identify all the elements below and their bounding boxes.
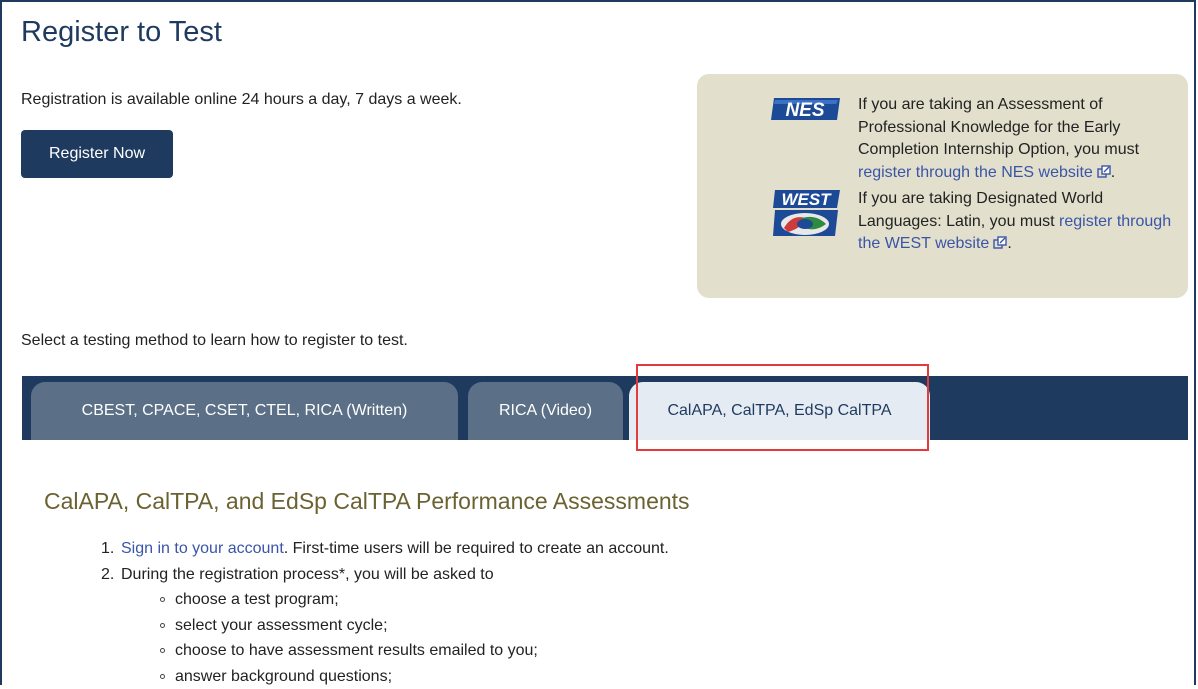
list-item: choose to have assessment results emaile… [0,638,669,664]
step-number: 2. [101,562,114,588]
nes-info-text-body: If you are taking an Assessment of Profe… [858,96,1139,158]
active-tab-highlight-box [636,364,929,451]
list-item: 2. During the registration process*, you… [0,562,669,689]
step-number: 1. [101,536,114,562]
svg-text:NES: NES [785,100,824,121]
list-item: 1. Sign in to your account. First-time u… [0,536,669,562]
external-link-icon [1097,165,1111,179]
list-item: choose a test program; [0,587,669,613]
sign-in-link[interactable]: Sign in to your account [121,540,284,557]
nes-logo-icon: NES [770,96,843,122]
bullet-icon [160,674,165,679]
substep-text: select your assessment cycle; [175,617,388,634]
substep-text: choose to have assessment results emaile… [175,642,538,659]
substep-text: choose a test program; [175,591,339,608]
bullet-icon [160,648,165,653]
registration-steps-list: 1. Sign in to your account. First-time u… [0,536,669,689]
select-testing-method-text: Select a testing method to learn how to … [21,332,408,350]
bullet-icon [160,623,165,628]
svg-text:WEST: WEST [781,190,832,209]
page-title: Register to Test [21,16,222,49]
tab-cbest-cpace-cset-ctel-rica-written[interactable]: CBEST, CPACE, CSET, CTEL, RICA (Written) [31,382,458,440]
nes-info-text: If you are taking an Assessment of Profe… [858,94,1188,184]
external-registration-info-box: NES If you are taking an Assessment of P… [697,74,1188,298]
west-info-text: If you are taking Designated World Langu… [858,188,1188,256]
list-item: select your assessment cycle; [0,613,669,639]
nes-website-link[interactable]: register through the NES website [858,164,1111,181]
bullet-icon [160,597,165,602]
tab-rica-video[interactable]: RICA (Video) [468,382,623,440]
external-link-icon [993,236,1007,250]
page-frame-right-border [1194,0,1196,685]
nes-website-link-label: register through the NES website [858,164,1093,181]
west-info-text-period: . [1007,235,1011,252]
step-text: . First-time users will be required to c… [284,540,669,557]
registration-substeps-list: choose a test program; select your asses… [121,587,669,689]
step-text: During the registration process*, you wi… [121,566,494,583]
list-item: answer background questions; [0,664,669,689]
testing-method-tabbar: CBEST, CPACE, CSET, CTEL, RICA (Written)… [22,376,1188,440]
register-now-button[interactable]: Register Now [21,130,173,178]
substep-text: answer background questions; [175,668,392,685]
nes-info-text-period: . [1111,164,1115,181]
section-title: CalAPA, CalTPA, and EdSp CalTPA Performa… [44,488,690,515]
west-logo-icon: WEST [772,188,845,246]
registration-availability-text: Registration is available online 24 hour… [21,91,462,109]
